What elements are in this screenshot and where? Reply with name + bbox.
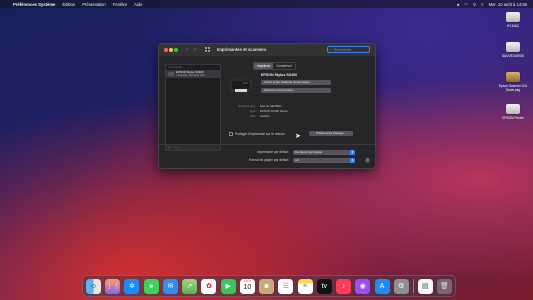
drive-icon bbox=[506, 104, 520, 114]
search-placeholder: Rechercher bbox=[334, 47, 352, 52]
dock-mail-icon[interactable]: ✉ bbox=[162, 278, 178, 294]
dock-photos-icon[interactable]: ✿ bbox=[201, 278, 217, 294]
desktop-icon-scanner-pkg[interactable]: Epson Scanner ICA Driver.pkg bbox=[495, 72, 531, 92]
menu-view[interactable]: Présentation bbox=[82, 2, 106, 7]
close-icon[interactable] bbox=[164, 48, 168, 52]
dock-appstore-icon[interactable]: A bbox=[374, 278, 390, 294]
menu-bar: Préférences Système Édition Présentation… bbox=[0, 0, 533, 8]
dock-notes-icon[interactable]: ≡ bbox=[297, 278, 313, 294]
drive-icon bbox=[506, 12, 520, 22]
sharing-preferences-button[interactable]: Préférences Partage... bbox=[309, 131, 353, 136]
share-printer-checkbox[interactable] bbox=[229, 132, 233, 136]
share-printer-label: Partager l'imprimante sur le réseau bbox=[235, 132, 285, 136]
menu-edit[interactable]: Édition bbox=[62, 2, 75, 7]
dock-launchpad-icon[interactable]: ⋮⋮ bbox=[105, 278, 121, 294]
default-paper-popup[interactable]: A4 ⇕ bbox=[293, 157, 355, 163]
dock-music-icon[interactable]: ♪ bbox=[336, 278, 352, 294]
options-supplies-button[interactable]: Options et fournitures... bbox=[261, 88, 331, 93]
search-menu-icon[interactable]: ⚲ bbox=[473, 2, 476, 7]
dock-finder-icon[interactable]: ☺ bbox=[86, 278, 101, 294]
desktop-icon-sauvegarde[interactable]: SAUVEGARDE bbox=[495, 42, 531, 58]
default-printer-popup[interactable]: Dernière imprimante ⇕ bbox=[293, 149, 355, 155]
open-queue-button[interactable]: Ouvrir la file d'attente d'impression... bbox=[261, 80, 331, 85]
state-label: État : bbox=[250, 114, 257, 118]
desktop-icon-hy-mac[interactable]: HY-MAC bbox=[495, 12, 531, 28]
status-area: ● ◠ ⚲ ≡ Mer. 10 août à 14:55 bbox=[452, 2, 527, 7]
location-label: Emplacement : bbox=[238, 104, 257, 108]
dock-separator bbox=[412, 279, 414, 293]
default-paper-label: Format de papier par défaut : bbox=[248, 158, 290, 162]
add-printer-button[interactable]: + bbox=[166, 145, 173, 150]
search-field[interactable]: ⌕ Rechercher bbox=[327, 46, 370, 53]
printer-image bbox=[230, 77, 252, 92]
dock-system-preferences-icon[interactable]: ⚙ bbox=[393, 278, 409, 294]
search-icon: ⌕ bbox=[330, 47, 333, 52]
dock-contacts-icon[interactable]: ☻ bbox=[259, 278, 275, 294]
remove-printer-button[interactable]: − bbox=[173, 145, 180, 150]
dock-calendar-icon[interactable]: AOÛT 10 bbox=[239, 278, 255, 294]
printer-list[interactable]: Imprimantes EPSON Stylus SX400 • Inactiv… bbox=[165, 64, 221, 146]
window-title: Imprimantes et scanners bbox=[217, 47, 267, 52]
default-printer-value: Dernière imprimante bbox=[295, 149, 323, 154]
dock-podcasts-icon[interactable]: ◉ bbox=[355, 278, 371, 294]
datetime[interactable]: Mer. 10 août à 14:55 bbox=[489, 2, 527, 7]
dock-trash-icon[interactable]: 🗑 bbox=[436, 278, 452, 294]
back-icon[interactable]: ‹ bbox=[186, 47, 188, 53]
printers-window: ‹ › Imprimantes et scanners ⌕ Rechercher… bbox=[158, 43, 376, 169]
show-all-icon[interactable] bbox=[205, 47, 210, 52]
dock-reminders-icon[interactable]: ☰ bbox=[278, 278, 294, 294]
default-printer-label: Imprimante par défaut : bbox=[257, 150, 290, 154]
dock-document-icon[interactable]: ▤ bbox=[417, 278, 433, 294]
mouse-cursor-icon: ➤ bbox=[295, 133, 301, 140]
help-button[interactable]: ? bbox=[365, 158, 370, 163]
state-value: Inactive bbox=[260, 114, 270, 118]
dock-tv-icon[interactable]: tv bbox=[316, 278, 332, 294]
type-label: Type : bbox=[249, 109, 257, 113]
forward-icon[interactable]: › bbox=[194, 47, 196, 53]
printer-icon bbox=[168, 72, 174, 76]
dock-messages-icon[interactable]: ● bbox=[143, 278, 159, 294]
minimize-icon[interactable] bbox=[169, 48, 173, 52]
control-center-icon[interactable]: ≡ bbox=[481, 2, 483, 7]
printer-list-status: • Inactive, dernière utili... bbox=[176, 73, 207, 77]
default-paper-value: A4 bbox=[295, 157, 299, 162]
user-icon[interactable]: ● bbox=[457, 2, 460, 7]
package-icon bbox=[506, 72, 520, 82]
dock-facetime-icon[interactable]: ▶ bbox=[220, 278, 236, 294]
desktop-icon-epson-printer[interactable]: EPSON Printer bbox=[495, 104, 531, 120]
dock-maps-icon[interactable]: ➚ bbox=[182, 278, 198, 294]
popup-chevron-icon: ⇕ bbox=[350, 157, 355, 163]
dock: ☺ ⋮⋮ ✲ ● ✉ ➚ ✿ ▶ AOÛT 10 ☻ ☰ ≡ tv ♪ ◉ A … bbox=[82, 275, 456, 297]
drive-icon bbox=[506, 42, 520, 52]
type-value: EPSON SX400 Series bbox=[260, 109, 288, 113]
menu-app-name[interactable]: Préférences Système bbox=[13, 2, 55, 7]
wifi-icon[interactable]: ◠ bbox=[464, 2, 468, 7]
dock-safari-icon[interactable]: ✲ bbox=[124, 278, 140, 294]
menu-window[interactable]: Fenêtre bbox=[113, 2, 127, 7]
menu-help[interactable]: Aide bbox=[134, 2, 142, 7]
tab-scan[interactable]: Numériser bbox=[273, 63, 295, 69]
printer-list-item[interactable]: EPSON Stylus SX400 • Inactive, dernière … bbox=[166, 70, 220, 78]
tab-control: Imprimer Numériser bbox=[253, 62, 297, 70]
printer-detail-title: EPSON Stylus SX400 bbox=[261, 73, 298, 77]
title-bar: ‹ › Imprimantes et scanners ⌕ Rechercher bbox=[159, 44, 375, 56]
divider bbox=[159, 144, 375, 145]
fullscreen-icon[interactable] bbox=[174, 48, 178, 52]
location-value: Mac de SEUBSO bbox=[260, 104, 282, 108]
tab-print[interactable]: Imprimer bbox=[254, 63, 274, 69]
popup-chevron-icon: ⇕ bbox=[350, 149, 355, 155]
